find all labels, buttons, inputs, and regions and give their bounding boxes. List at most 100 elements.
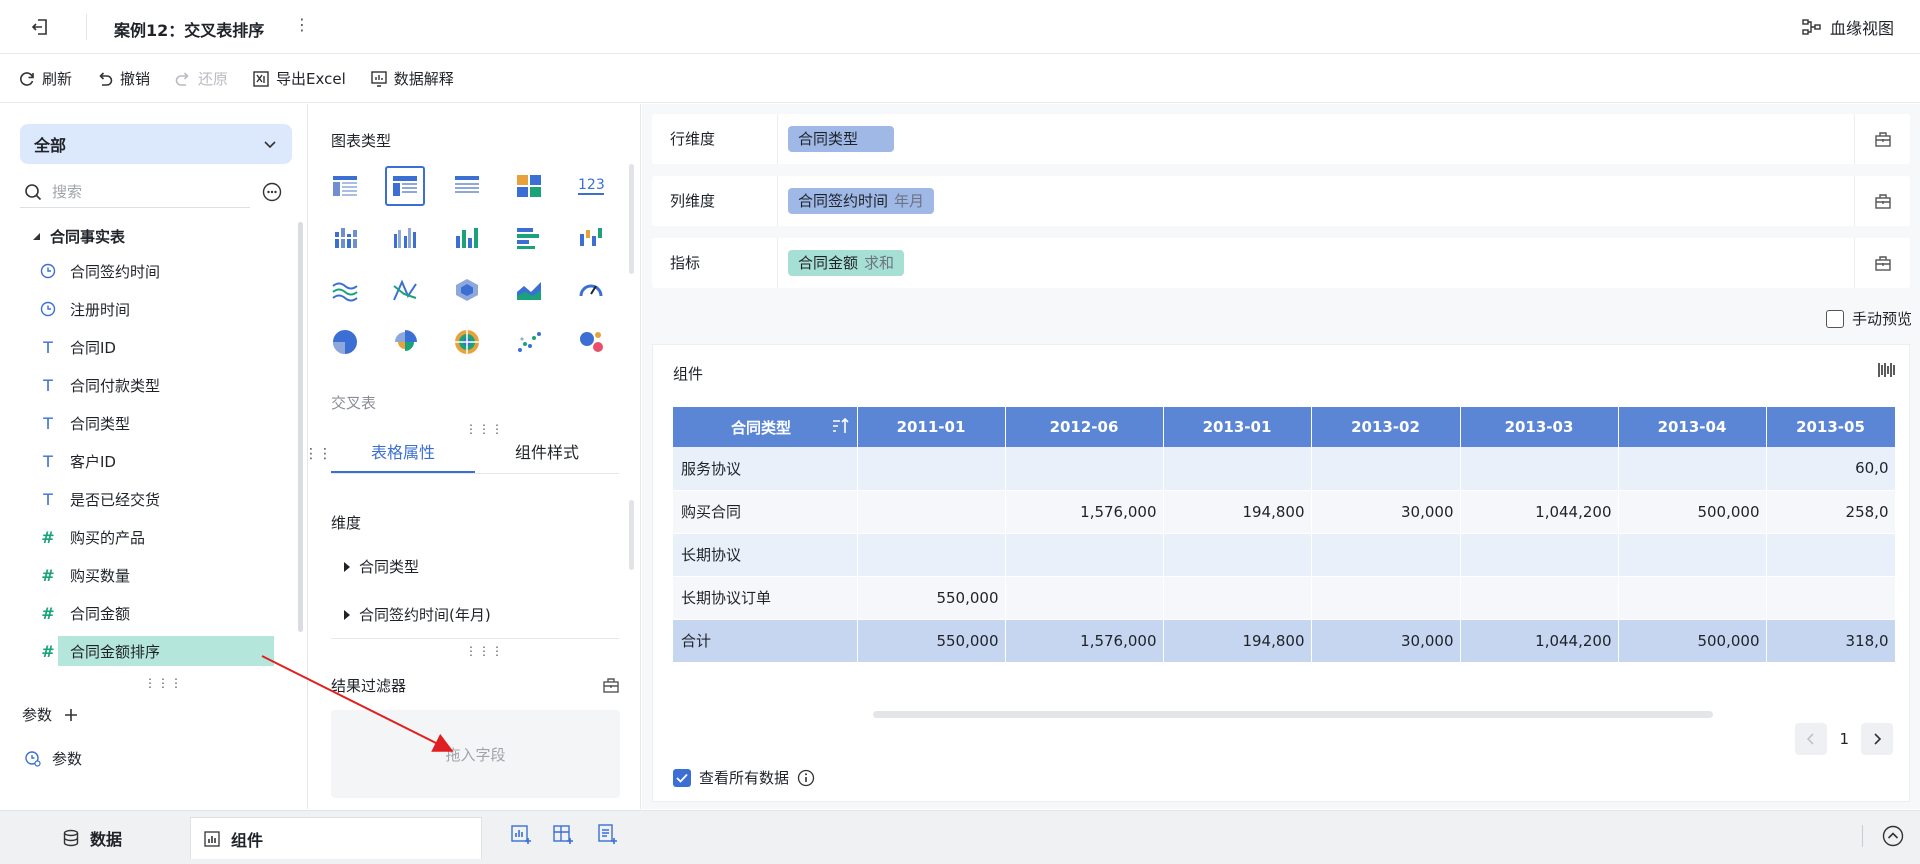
column-header[interactable]: 2013-03 — [1460, 407, 1619, 447]
detail-table-icon[interactable] — [325, 166, 365, 206]
field-list-scrollbar[interactable] — [298, 222, 303, 632]
field-item[interactable]: T 客户ID — [40, 446, 270, 476]
field-item[interactable]: # 合同金额 — [40, 598, 270, 628]
column-header[interactable]: 2013-01 — [1163, 407, 1312, 447]
table-cell — [1163, 533, 1312, 577]
collapse-up-icon[interactable] — [1882, 825, 1904, 847]
bubble-chart-icon[interactable] — [571, 322, 611, 362]
column-header[interactable]: 2013-05 — [1766, 407, 1895, 447]
chart-type-title: 图表类型 — [331, 132, 392, 150]
chart-type-scrollbar[interactable] — [629, 164, 634, 274]
search-input[interactable] — [52, 182, 242, 201]
col-dim-pill[interactable]: 合同签约时间 年月 — [788, 188, 935, 214]
rose-chart-icon[interactable] — [385, 322, 425, 362]
prev-page-button[interactable] — [1795, 723, 1828, 755]
barcode-icon[interactable] — [1877, 361, 1897, 379]
add-table-icon[interactable] — [552, 823, 574, 845]
radar-line-icon[interactable] — [385, 270, 425, 310]
gauge-icon[interactable] — [571, 270, 611, 310]
export-excel-button[interactable]: 导出Excel — [252, 68, 346, 89]
tab-table-properties[interactable]: 表格属性 — [331, 434, 475, 473]
field-item[interactable]: 注册时间 — [40, 294, 270, 324]
area-chart-icon[interactable] — [509, 270, 549, 310]
kpi-number-icon[interactable]: 123 — [571, 166, 611, 206]
add-report-icon[interactable] — [596, 823, 618, 845]
properties-scrollbar[interactable] — [629, 500, 634, 570]
column-chart-icon[interactable] — [447, 218, 487, 258]
view-all-data-toggle[interactable]: 查看所有数据 — [673, 767, 815, 788]
resize-handle[interactable]: ⋮⋮⋮ — [144, 676, 183, 690]
toolbox-icon[interactable] — [1854, 238, 1910, 288]
refresh-button[interactable]: 刷新 — [18, 68, 72, 89]
pie-chart-icon[interactable] — [325, 322, 365, 362]
table-horizontal-scrollbar[interactable] — [873, 711, 1713, 718]
redo-button[interactable]: 还原 — [174, 68, 228, 89]
range-bar-icon[interactable] — [571, 218, 611, 258]
wave-line-icon[interactable] — [325, 270, 365, 310]
scatter-chart-icon[interactable] — [509, 322, 549, 362]
column-header[interactable]: 2011-01 — [857, 407, 1006, 447]
data-tab[interactable]: 数据 — [62, 817, 122, 859]
field-item[interactable]: T 合同类型 — [40, 408, 270, 438]
add-icon[interactable] — [64, 708, 78, 722]
metric-label: 指标 — [652, 238, 778, 288]
dimension-item[interactable]: 合同类型 — [343, 556, 419, 577]
exit-icon[interactable] — [22, 10, 58, 44]
undo-button[interactable]: 撤销 — [96, 68, 150, 89]
component-tab[interactable]: 组件 — [190, 817, 482, 859]
info-icon[interactable] — [797, 769, 815, 787]
export-label: 导出Excel — [276, 70, 346, 88]
stacked-bar-icon[interactable] — [325, 218, 365, 258]
scope-dropdown[interactable]: 全部 — [20, 124, 292, 164]
toolbox-icon[interactable] — [602, 676, 620, 694]
tab-component-style[interactable]: 组件样式 — [475, 434, 619, 473]
table-node[interactable]: 合同事实表 — [32, 226, 125, 247]
more-options-icon[interactable] — [262, 182, 282, 202]
lineage-view-button[interactable]: 血缘视图 — [1802, 15, 1894, 39]
table-row: 购买合同 1,576,000 194,800 30,000 1,044,200 … — [673, 490, 1895, 534]
dimension-item[interactable]: 合同签约时间(年月) — [343, 604, 491, 625]
manual-preview-toggle[interactable]: 手动预览 — [1825, 308, 1912, 329]
dashboard-card-icon[interactable] — [509, 166, 549, 206]
multi-pie-icon[interactable] — [447, 322, 487, 362]
filter-drop-zone[interactable]: 拖入字段 — [331, 710, 620, 798]
metric-pill[interactable]: 合同金额 求和 — [788, 250, 905, 276]
toolbox-icon[interactable] — [1854, 176, 1910, 226]
field-item[interactable]: # 购买数量 — [40, 560, 270, 590]
cross-table-icon[interactable] — [385, 166, 425, 206]
page-number[interactable]: 1 — [1839, 730, 1849, 748]
row-dim-pill[interactable]: 合同类型 — [788, 126, 895, 152]
sort-icon[interactable] — [831, 417, 849, 435]
column-header[interactable]: 合同类型 — [673, 407, 858, 447]
row-dim-label: 行维度 — [652, 114, 778, 164]
text-type-icon: T — [43, 451, 53, 471]
table-cell: 194,800 — [1163, 619, 1312, 663]
field-item[interactable]: # 购买的产品 — [40, 522, 270, 552]
text-type-icon: T — [43, 337, 53, 357]
manual-preview-checkbox[interactable] — [1825, 309, 1844, 328]
params-item[interactable]: 参数 — [24, 748, 82, 769]
horizontal-bar-icon[interactable] — [509, 218, 549, 258]
grouped-bar-icon[interactable] — [385, 218, 425, 258]
view-all-checkbox[interactable] — [673, 768, 691, 787]
field-label: 注册时间 — [70, 300, 131, 319]
more-options-icon[interactable]: ⋮ — [294, 15, 310, 34]
toolbox-icon[interactable] — [1854, 114, 1910, 164]
column-header[interactable]: 2013-02 — [1311, 407, 1461, 447]
grouped-table-icon[interactable] — [447, 166, 487, 206]
clock-icon — [40, 263, 56, 279]
data-explain-button[interactable]: 数据解释 — [370, 68, 454, 89]
column-header[interactable]: 2012-06 — [1005, 407, 1164, 447]
next-page-button[interactable] — [1861, 723, 1893, 755]
chevron-left-icon — [1807, 733, 1815, 745]
column-header[interactable]: 2013-04 — [1618, 407, 1767, 447]
field-item-selected[interactable]: # 合同金额排序 — [41, 636, 274, 666]
hexagon-chart-icon[interactable] — [447, 270, 487, 310]
field-item[interactable]: T 合同ID — [40, 332, 270, 362]
field-item[interactable]: 合同签约时间 — [40, 256, 270, 286]
field-item[interactable]: T 合同付款类型 — [40, 370, 270, 400]
table-cell — [857, 533, 1006, 577]
resize-handle[interactable]: ⋮⋮⋮ — [465, 644, 504, 658]
field-item[interactable]: T 是否已经交货 — [40, 484, 270, 514]
add-chart-icon[interactable] — [510, 823, 532, 845]
